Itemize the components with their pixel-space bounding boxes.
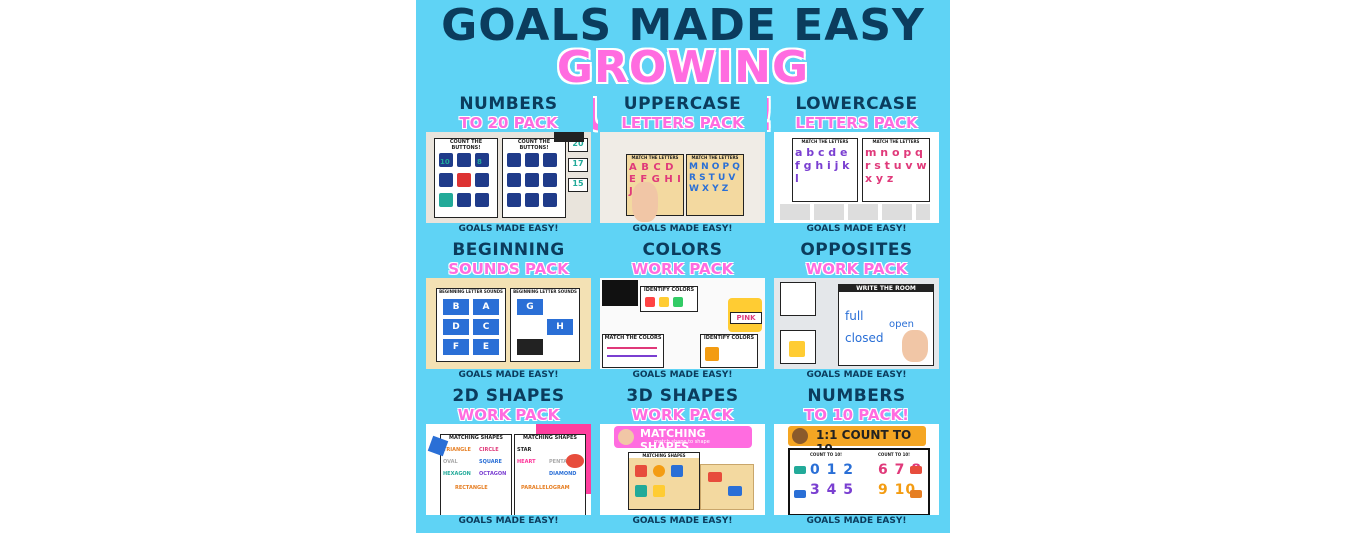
tile-footer: GOALS MADE EASY! — [600, 369, 765, 381]
tile-heading: NUMBERS — [774, 386, 939, 406]
tile-subheading: LETTERS PACK — [600, 114, 765, 132]
tile-heading: NUMBERS — [426, 94, 591, 114]
product-tile-opposites[interactable]: OPPOSITES WORK PACK WRITE THE ROOM full … — [772, 240, 941, 381]
worksheet-card: BEGINNING LETTER SOUNDS G H — [510, 288, 580, 362]
tile-heading: 2D SHAPES — [426, 386, 591, 406]
tile-subheading: LETTERS PACK — [774, 114, 939, 132]
worksheet-card: MATCH THE LETTERS M N O P Q R S T U V W … — [686, 154, 744, 216]
tile-heading: 3D SHAPES — [600, 386, 765, 406]
child-hand — [632, 182, 658, 222]
tile-subheading: TO 20 PACK — [426, 114, 591, 132]
product-tile-uppercase-letters[interactable]: UPPERCASE LETTERS PACK MATCH THE LETTERS… — [598, 94, 767, 235]
worksheet-card: COUNT TO 10! COUNT TO 10! 0 1 2 3 4 5 6 … — [788, 448, 930, 516]
product-photo: MATCHING SHAPES TRIANGLE CIRCLE OVAL SQU… — [426, 424, 591, 516]
product-photo: COUNT THE BUTTONS! COUNT THE BUTTONS! 10… — [426, 132, 591, 224]
worksheet-card: MATCHING SHAPES — [628, 452, 700, 510]
product-photo: MATCH THE LETTERS A B C D E F G H I J MA… — [600, 132, 765, 224]
tile-footer: GOALS MADE EASY! — [426, 369, 591, 381]
worksheet-card: COUNT THE BUTTONS! — [502, 138, 566, 218]
tile-heading: UPPERCASE — [600, 94, 765, 114]
tile-footer: GOALS MADE EASY! — [600, 223, 765, 235]
tile-subheading: WORK PACK — [600, 406, 765, 424]
product-tile-beginning-sounds[interactable]: BEGINNING SOUNDS PACK BEGINNING LETTER S… — [424, 240, 593, 381]
worksheet-card: BEGINNING LETTER SOUNDS A C E B D F — [436, 288, 506, 362]
worksheet-card: MATCH THE LETTERS m n o p q r s t u v w … — [862, 138, 930, 202]
worksheet-card: IDENTIFY COLORS — [640, 286, 698, 312]
product-tile-lowercase-letters[interactable]: LOWERCASE LETTERS PACK MATCH THE LETTERS… — [772, 94, 941, 235]
worksheet-card: MATCHING SHAPES TRIANGLE CIRCLE OVAL SQU… — [440, 434, 512, 516]
tile-heading: LOWERCASE — [774, 94, 939, 114]
worksheet-card: MATCH THE COLORS — [602, 334, 664, 368]
product-tile-2d-shapes[interactable]: 2D SHAPES WORK PACK MATCHING SHAPES TRIA… — [424, 386, 593, 527]
tile-heading: COLORS — [600, 240, 765, 260]
tile-subheading: SOUNDS PACK — [426, 260, 591, 278]
tile-footer: GOALS MADE EASY! — [774, 515, 939, 527]
product-photo: IDENTIFY COLORS PINK MATCH THE COLORS ID… — [600, 278, 765, 370]
product-photo: 1:1 COUNT TO 10 COUNT TO 10! COUNT TO 10… — [774, 424, 939, 516]
tile-footer: GOALS MADE EASY! — [426, 223, 591, 235]
worksheet-card: MATCH THE LETTERS a b c d e f g h i j k … — [792, 138, 858, 202]
product-photo: MATCHING SHAPES match shape to shape MAT… — [600, 424, 765, 516]
tile-heading: BEGINNING — [426, 240, 591, 260]
product-photo: MATCH THE LETTERS a b c d e f g h i j k … — [774, 132, 939, 224]
product-tile-3d-shapes[interactable]: 3D SHAPES WORK PACK MATCHING SHAPES matc… — [598, 386, 767, 527]
tile-heading: OPPOSITES — [774, 240, 939, 260]
tile-subheading: WORK PACK — [600, 260, 765, 278]
product-tile-numbers-to-10[interactable]: NUMBERS TO 10 PACK! 1:1 COUNT TO 10 COUN… — [772, 386, 941, 527]
tile-subheading: WORK PACK — [774, 260, 939, 278]
activity-banner: MATCHING SHAPES match shape to shape — [614, 426, 752, 453]
worksheet-card: MATCHING SHAPES STAR HEART PENTAGON DIAM… — [514, 434, 586, 516]
tile-footer: GOALS MADE EASY! — [426, 515, 591, 527]
tile-footer: GOALS MADE EASY! — [774, 369, 939, 381]
bundle-poster: GOALS MADE EASY GROWING BUNDLE!!! NUMBER… — [416, 0, 950, 533]
product-grid: NUMBERS TO 20 PACK COUNT THE BUTTONS! CO… — [424, 94, 942, 527]
tile-subheading: WORK PACK — [426, 406, 591, 424]
picture-card — [780, 282, 816, 316]
worksheet-card: IDENTIFY COLORS — [700, 334, 758, 368]
activity-banner: 1:1 COUNT TO 10 — [788, 426, 926, 456]
tile-subheading: TO 10 PACK! — [774, 406, 939, 424]
tile-footer: GOALS MADE EASY! — [774, 223, 939, 235]
child-hand — [902, 330, 928, 362]
product-tile-colors[interactable]: COLORS WORK PACK IDENTIFY COLORS PINK MA… — [598, 240, 767, 381]
product-tile-numbers-to-20[interactable]: NUMBERS TO 20 PACK COUNT THE BUTTONS! CO… — [424, 94, 593, 235]
worksheet-card: COUNT THE BUTTONS! — [434, 138, 498, 218]
product-photo: BEGINNING LETTER SOUNDS A C E B D F BEGI… — [426, 278, 591, 370]
tile-footer: GOALS MADE EASY! — [600, 515, 765, 527]
picture-card — [780, 330, 816, 364]
product-photo: WRITE THE ROOM full open closed — [774, 278, 939, 370]
